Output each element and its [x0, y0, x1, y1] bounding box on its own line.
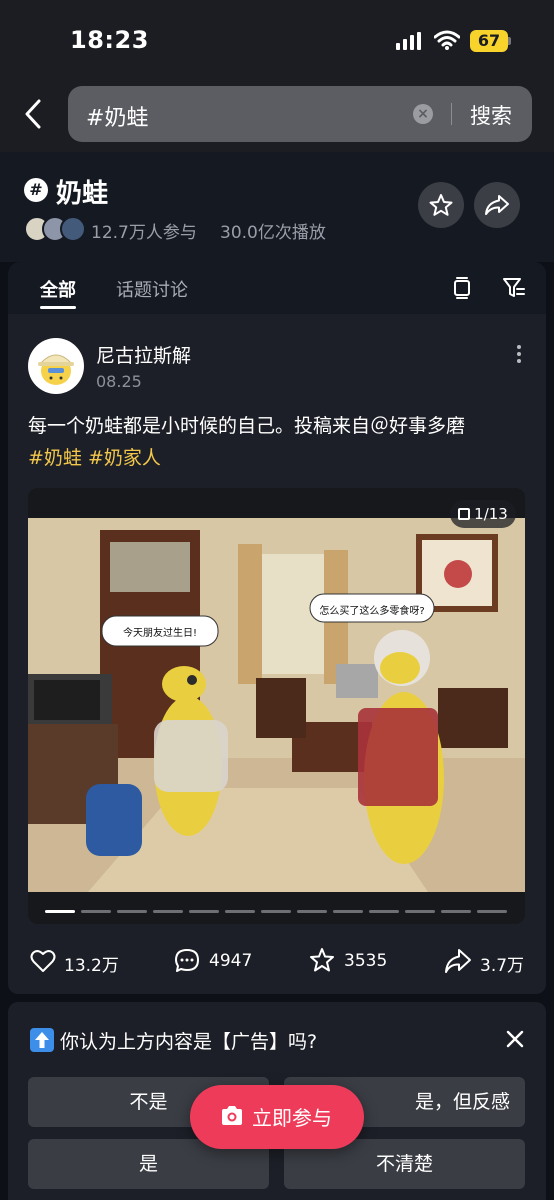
share-topic-button[interactable]	[474, 182, 520, 228]
topic-title: 奶蛙	[56, 179, 109, 209]
cartoon-avatar-icon	[38, 354, 74, 385]
carousel-dot	[441, 910, 471, 913]
tab-topic-discussion[interactable]: 话题讨论	[116, 276, 188, 302]
like-count[interactable]: 13.2万	[64, 951, 119, 976]
post-date: 08.25	[96, 372, 142, 391]
status-time: 18:23	[70, 26, 149, 54]
share-count[interactable]: 3.7万	[480, 951, 524, 976]
carousel-dot-active	[45, 910, 75, 913]
speech-bubble-right: 怎么买了这么多零食呀?	[319, 606, 425, 617]
plays-count: 30.0亿次播放	[220, 223, 326, 243]
camera-icon	[222, 1106, 242, 1125]
comment-count[interactable]: 4947	[209, 951, 252, 971]
post-text: 每一个奶蛙都是小时候的自己。投稿来自＠好事多磨 #奶蛙 #奶家人	[28, 410, 528, 474]
carousel-dot	[333, 910, 363, 913]
room-scene-illustration	[28, 488, 525, 892]
poll-option-yes-but-dislike-label: 是，但反感	[414, 1091, 510, 1113]
favorite-count[interactable]: 3535	[344, 951, 387, 971]
carousel-dot	[369, 910, 399, 913]
more-options-icon[interactable]	[516, 344, 522, 364]
carousel-dot	[153, 910, 183, 913]
close-icon[interactable]	[506, 1030, 524, 1048]
favorite-star-icon[interactable]	[309, 947, 335, 973]
post-body: 每一个奶蛙都是小时候的自己。投稿来自＠好事多磨	[28, 415, 466, 437]
up-arrow-icon	[30, 1028, 54, 1052]
speech-bubble-left: 今天朋友过生日!	[122, 628, 197, 639]
hashtag-link[interactable]: #奶蛙	[28, 447, 82, 469]
battery-tip	[508, 37, 511, 45]
carousel-dot	[261, 910, 291, 913]
star-icon	[429, 194, 453, 216]
clear-search-icon[interactable]: ×	[413, 104, 433, 124]
image-counter-text: 1/13	[474, 505, 508, 523]
comment-icon[interactable]	[174, 948, 200, 974]
participants-count: 12.7万人参与	[91, 223, 197, 243]
gallery-icon	[458, 508, 471, 520]
carousel-dot	[189, 910, 219, 913]
carousel-dot	[225, 910, 255, 913]
search-divider	[451, 103, 452, 125]
author-avatar[interactable]	[28, 338, 84, 394]
participant-avatar	[60, 216, 86, 242]
battery-level: 67	[470, 30, 508, 52]
carousel-dot	[477, 910, 507, 913]
carousel-dot	[405, 910, 435, 913]
search-button[interactable]: 搜索	[470, 100, 512, 130]
layout-toggle-icon[interactable]	[452, 276, 472, 300]
author-name[interactable]: 尼古拉斯解	[96, 341, 191, 368]
share-arrow-icon[interactable]	[444, 948, 472, 974]
post-image[interactable]	[28, 488, 525, 924]
search-query-text[interactable]: #奶蛙	[86, 100, 148, 132]
cellular-signal-icon	[396, 32, 421, 50]
tab-all[interactable]: 全部	[40, 276, 76, 302]
hashtag-icon: #	[24, 178, 48, 202]
carousel-dot	[297, 910, 327, 913]
filter-icon[interactable]	[502, 276, 526, 300]
share-icon	[485, 195, 509, 215]
join-now-label[interactable]: 立即参与	[252, 1102, 332, 1131]
back-arrow-icon[interactable]	[22, 98, 44, 130]
poll-question: 你认为上方内容是【广告】吗?	[60, 1031, 318, 1053]
like-heart-icon[interactable]	[30, 949, 56, 973]
favorite-topic-button[interactable]	[418, 182, 464, 228]
hashtag-link[interactable]: #奶家人	[88, 447, 161, 469]
carousel-dot	[81, 910, 111, 913]
image-counter: 1/13	[450, 500, 516, 528]
carousel-dot	[117, 910, 147, 913]
wifi-icon	[434, 30, 460, 50]
active-tab-indicator	[40, 306, 76, 309]
